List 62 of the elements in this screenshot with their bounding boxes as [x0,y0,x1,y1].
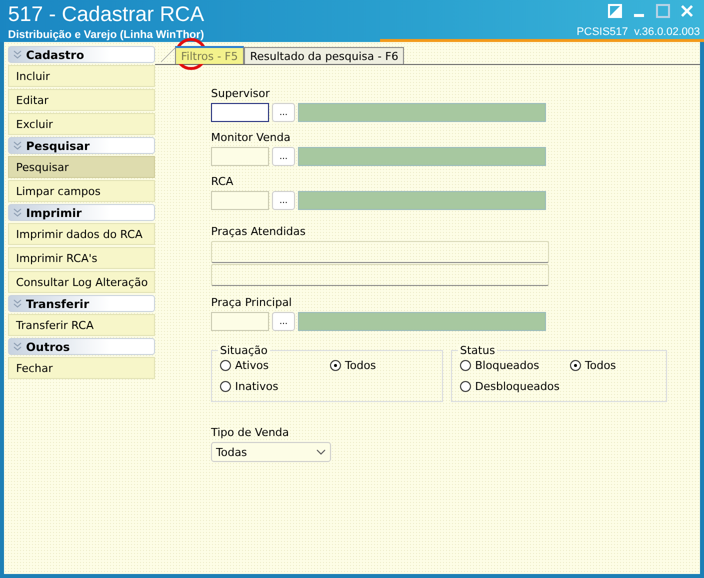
search-button[interactable]: ... [272,191,295,210]
group-header[interactable]: Outros [8,338,155,355]
sidebar-item[interactable]: Limpar campos [8,180,155,202]
group-title: Cadastro [26,48,84,62]
field-label: Praça Principal [211,296,293,311]
group-header[interactable]: Pesquisar [8,137,155,154]
field-label: RCA [211,175,234,190]
version-label: PCSIS517 v.36.0.02.003 [576,26,700,38]
field-label: Monitor Venda [211,131,292,146]
group-header[interactable]: Imprimir [8,204,155,221]
sidebar-item[interactable]: Fechar [8,357,155,379]
sidebar-item[interactable]: Consultar Log Alteração [8,271,155,293]
sidebar-item[interactable]: Transferir RCA [8,314,155,336]
tab[interactable]: Resultado da pesquisa - F6 [244,47,404,64]
radio-button[interactable] [330,360,341,371]
sidebar-item[interactable]: Editar [8,89,155,111]
group-header[interactable]: Cadastro [8,46,155,63]
dropdown-value: Todas [216,446,248,458]
window-subtitle: Distribuição e Varejo (Linha WinThor) [8,29,204,41]
sidebar-item[interactable]: Imprimir RCA's [8,247,155,269]
radio-label: Todos [585,359,616,372]
radio-label: Todos [345,359,376,372]
radio-button[interactable] [220,381,231,392]
radio-button[interactable] [220,360,231,371]
list-field[interactable] [211,241,549,263]
close-icon[interactable] [680,4,694,18]
radio-label: Bloqueados [475,359,540,372]
field-label: Tipo de Venda [211,426,290,441]
radio-label: Inativos [235,380,278,393]
radio-button[interactable] [460,360,471,371]
radio-label: Ativos [235,359,269,372]
group-title: Status [458,344,498,357]
restore-icon[interactable] [608,4,622,18]
field-label: Praças Atendidas [211,225,307,240]
chevron-icon [13,208,22,217]
field-label: Supervisor [211,87,271,102]
search-button[interactable]: ... [272,147,295,166]
chevron-icon [13,299,22,308]
group-title: Pesquisar [26,138,90,152]
chevron-icon [13,141,22,150]
radio-button[interactable] [570,360,581,371]
sidebar-item[interactable]: Imprimir dados do RCA [8,223,155,245]
sidebar-item[interactable]: Pesquisar [8,156,155,178]
input-field[interactable] [211,103,269,122]
sidebar-item[interactable]: Excluir [8,113,155,135]
group-title: Transferir [26,296,90,310]
radio-label: Desbloqueados [475,380,560,393]
search-button[interactable]: ... [272,312,295,331]
dropdown[interactable]: Todas [211,442,331,462]
group-header[interactable]: Transferir [8,295,155,312]
list-field[interactable] [211,264,549,286]
window-title: 517 - Cadastrar RCA [8,3,204,27]
caret-icon [316,449,326,455]
radio-button[interactable] [460,381,471,392]
group-title: Imprimir [26,206,82,220]
group-title: Outros [26,340,70,354]
tab[interactable]: Filtros - F5 [175,46,244,64]
group-title: Situação [218,344,270,357]
sidebar-item[interactable]: Incluir [8,65,155,87]
chevron-icon [13,342,22,351]
chevron-icon [13,50,22,59]
search-button[interactable]: ... [272,103,295,122]
